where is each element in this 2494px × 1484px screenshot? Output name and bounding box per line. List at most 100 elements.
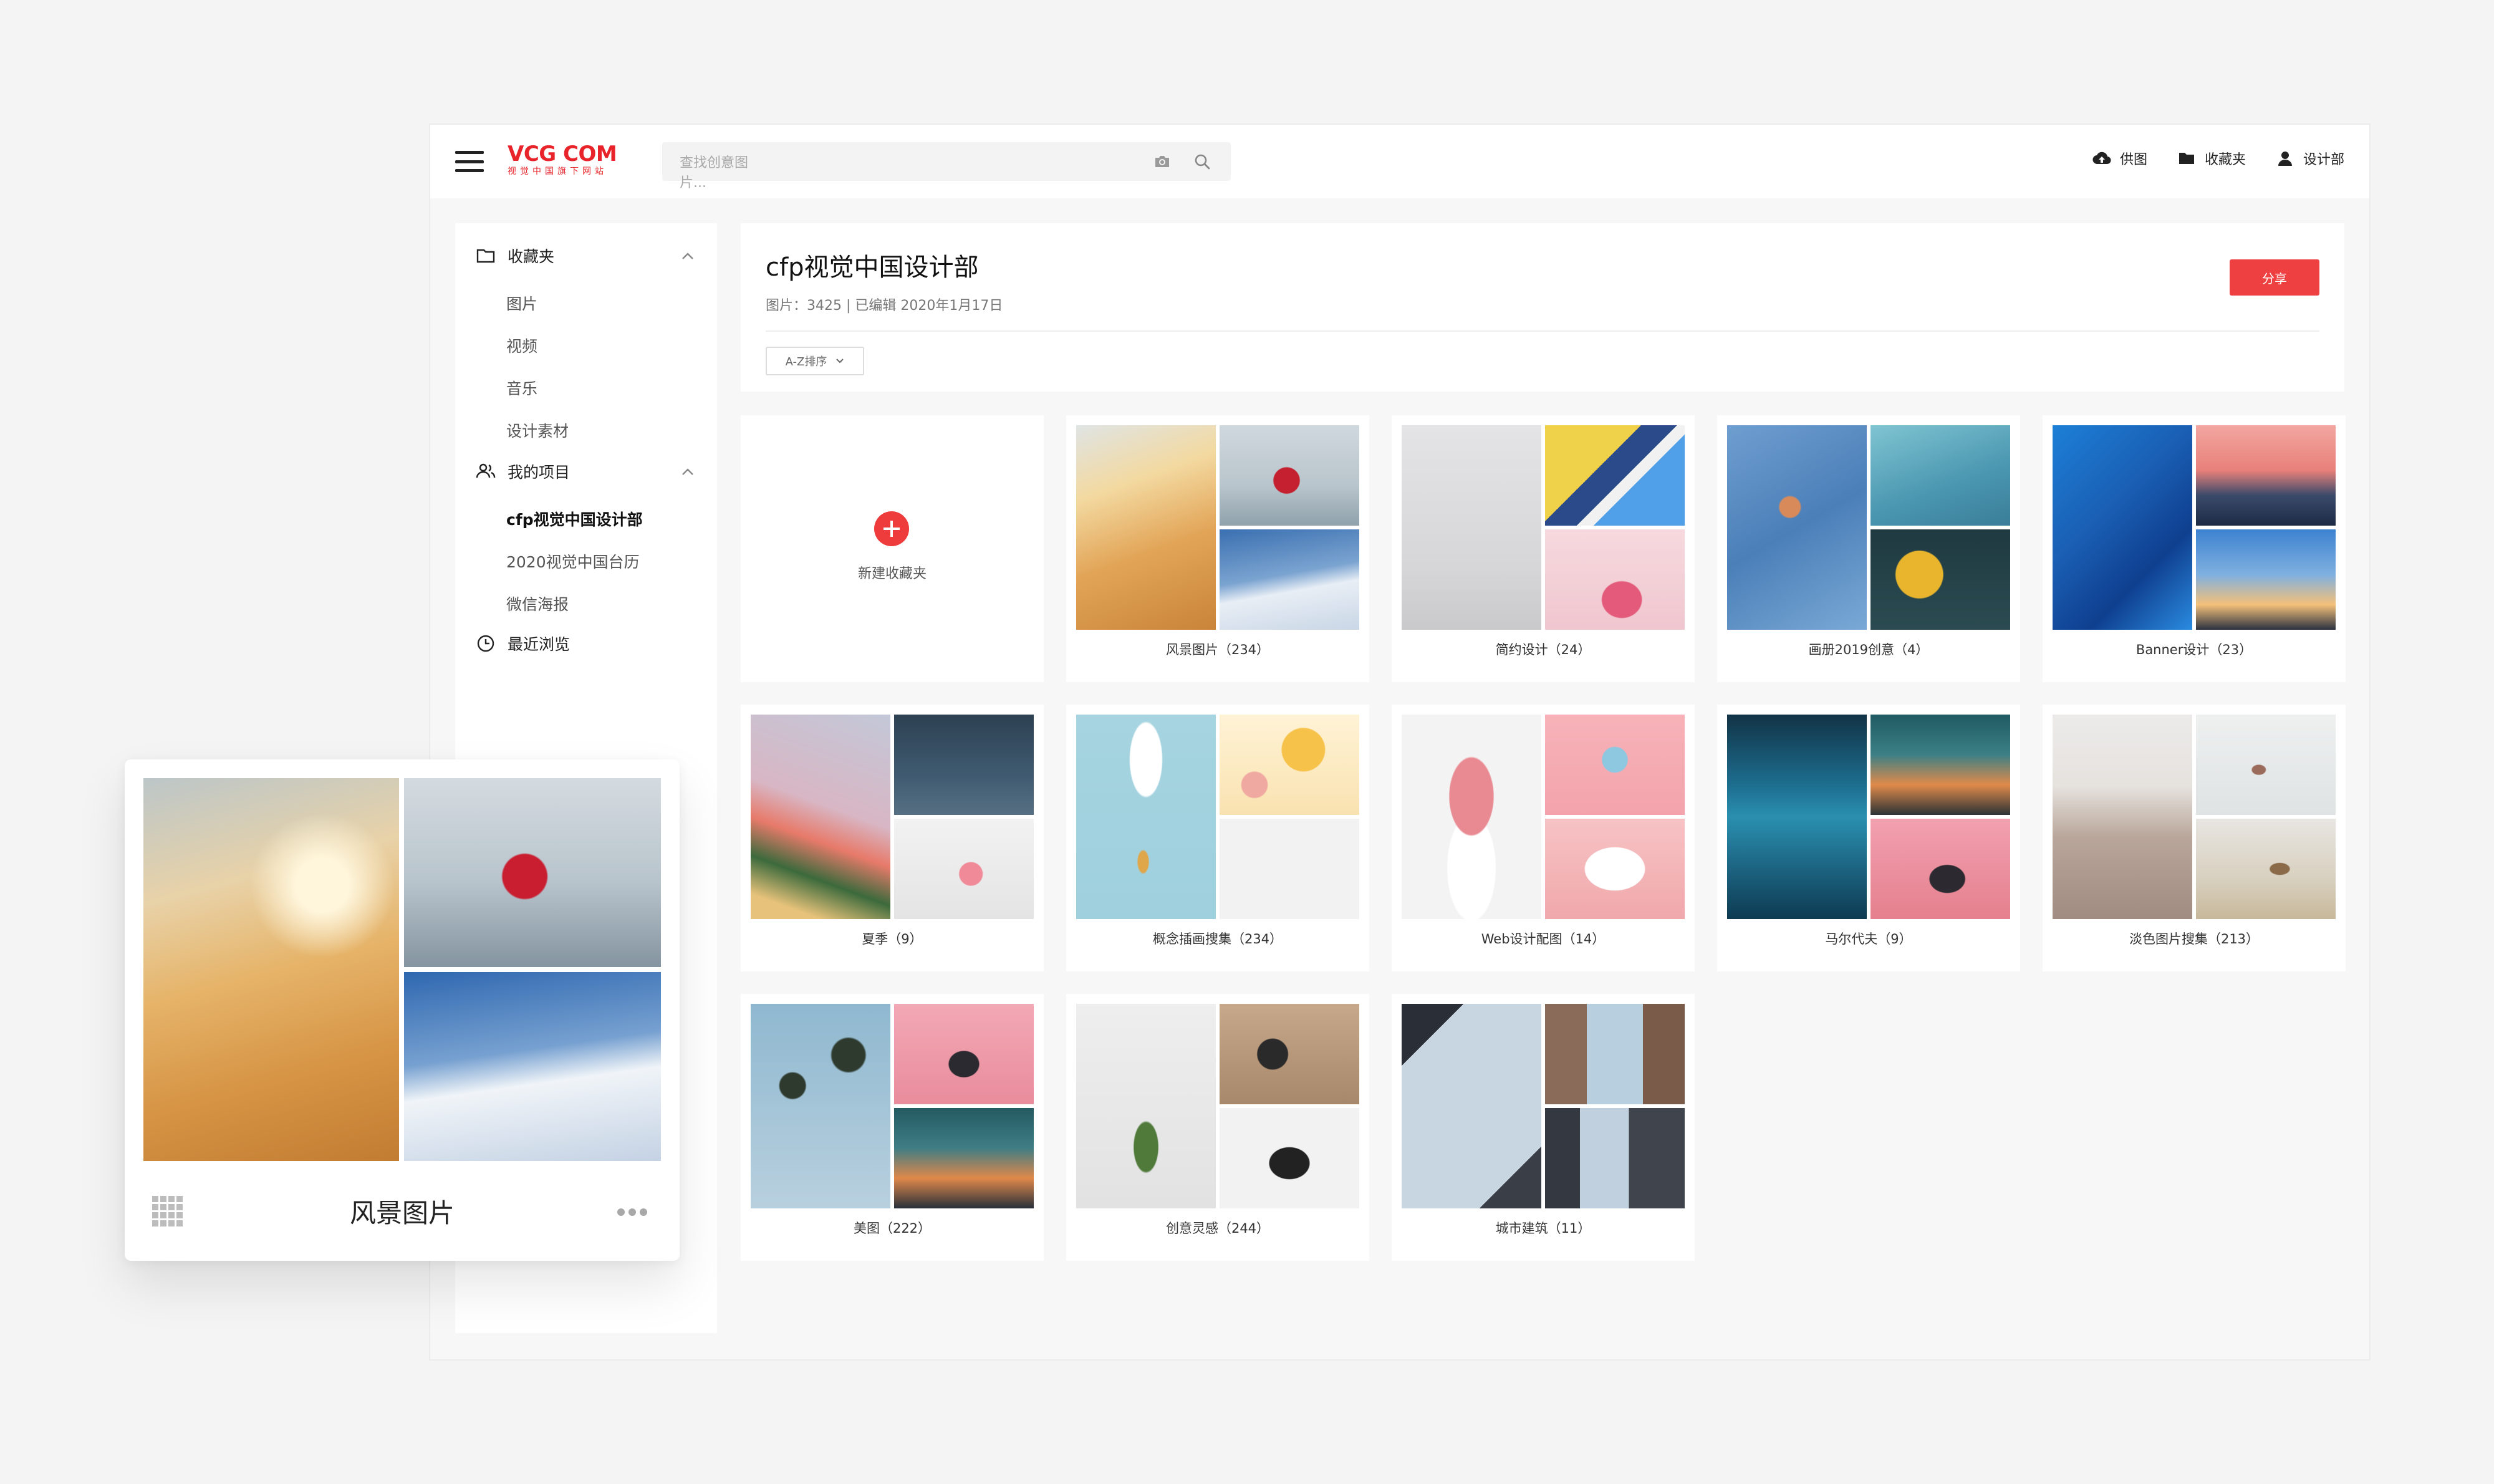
collection-thumbnail[interactable]: [1727, 715, 2010, 919]
photo-yellow-leaf: [1871, 529, 2010, 630]
collection-card[interactable]: 美图（222）: [741, 994, 1044, 1261]
photo-skyscrapers-up: [1402, 1004, 1541, 1208]
collection-thumbnail[interactable]: [1727, 425, 2010, 630]
favorites-button[interactable]: 收藏夹: [2177, 148, 2246, 168]
collection-label: Web设计配图（14）: [1481, 932, 1606, 947]
camera-icon[interactable]: [1153, 155, 1171, 168]
collection-card[interactable]: 概念插画搜集（234）: [1066, 705, 1369, 971]
photo-laptop-drink: [894, 819, 1034, 919]
sidebar-group-label: 最近浏览: [508, 635, 571, 653]
user-button[interactable]: 设计部: [2276, 148, 2344, 168]
collection-card[interactable]: 创意灵感（244）: [1066, 994, 1369, 1261]
collection-label: 画册2019创意（4）: [1808, 642, 1929, 657]
photo-hands-pink: [894, 1004, 1034, 1104]
add-icon[interactable]: [874, 511, 909, 546]
collection-card[interactable]: 风景图片（234）: [1066, 415, 1369, 682]
logo[interactable]: VCG COM 视觉中国旗下网站: [508, 142, 617, 177]
sidebar-item-videos[interactable]: 视频: [506, 334, 537, 357]
floating-card-title: 风景图片: [349, 1198, 455, 1228]
illustration-cloud-girl: [1076, 715, 1216, 919]
collection-card[interactable]: 城市建筑（11）: [1392, 994, 1695, 1261]
app-window: VCG COM 视觉中国旗下网站 查找创意图片... 供图 收藏夹 设计部 收藏…: [430, 125, 2369, 1359]
sort-dropdown[interactable]: A-Z排序: [766, 347, 864, 375]
user-label: 设计部: [2303, 152, 2344, 168]
collection-card[interactable]: 画册2019创意（4）: [1717, 415, 2020, 682]
search-icon[interactable]: [1193, 153, 1211, 170]
clock-icon: [477, 635, 494, 652]
collection-thumbnail[interactable]: [1076, 715, 1359, 919]
sidebar-group-recent[interactable]: 最近浏览: [475, 632, 570, 655]
users-icon: [476, 463, 496, 478]
collection-card[interactable]: Banner设计（23）: [2043, 415, 2346, 682]
photo-sea-sunset: [1871, 715, 2010, 815]
collection-card[interactable]: 简约设计（24）: [1392, 415, 1695, 682]
photo-blue-drop: [2053, 425, 2192, 630]
logo-text: VCG COM: [508, 142, 617, 166]
sidebar-group-label: 收藏夹: [508, 248, 555, 266]
photo-orange-sunset: [894, 1108, 1034, 1208]
folder-filled-icon: [2179, 153, 2194, 164]
sidebar-item-images[interactable]: 图片: [506, 292, 537, 314]
sidebar-item-design-assets[interactable]: 设计素材: [506, 419, 569, 441]
floating-collection-card[interactable]: 风景图片: [125, 759, 680, 1261]
favorites-label: 收藏夹: [2204, 152, 2246, 168]
search-input[interactable]: 查找创意图片...: [680, 153, 761, 193]
sidebar-group-label: 我的项目: [508, 463, 571, 481]
sidebar-group-favorites[interactable]: 收藏夹: [475, 244, 554, 267]
collection-card[interactable]: Web设计配图（14）: [1392, 705, 1695, 971]
photo-yellow-building: [1545, 425, 1685, 526]
new-collection-card[interactable]: 新建收藏夹: [741, 415, 1044, 682]
collection-thumbnail[interactable]: [1076, 425, 1359, 630]
sidebar-item-wechat-poster[interactable]: 微信海报: [506, 592, 569, 615]
photo-lollipop: [1545, 715, 1685, 815]
photo-hands-pink-sky: [1871, 819, 2010, 919]
photo-ice-leaf: [1727, 425, 1867, 630]
sidebar-item-2020-calendar[interactable]: 2020视觉中国台历: [506, 550, 640, 572]
collection-thumbnail[interactable]: [1402, 715, 1685, 919]
photo-snow-dune: [1220, 529, 1359, 630]
photo-pink-cake: [1402, 715, 1541, 919]
floating-thumbnail[interactable]: [143, 778, 661, 1161]
photo-feet-water: [894, 715, 1034, 815]
photo-flower-ice: [1871, 425, 2010, 526]
illustration-blank: [1220, 819, 1359, 919]
collection-card[interactable]: 夏季（9）: [741, 705, 1044, 971]
search-bar[interactable]: 查找创意图片...: [662, 142, 1231, 191]
sidebar-group-projects[interactable]: 我的项目: [475, 460, 570, 483]
collection-label: 风景图片（234）: [1165, 642, 1270, 657]
menu-icon[interactable]: [455, 151, 484, 172]
chevron-up-icon[interactable]: [681, 468, 695, 476]
more-options-icon[interactable]: [617, 1208, 647, 1216]
collection-thumbnail[interactable]: [1076, 1004, 1359, 1208]
collection-thumbnail[interactable]: [2053, 715, 2336, 919]
photo-building-facade: [1545, 1004, 1685, 1104]
share-button[interactable]: 分享: [2230, 259, 2319, 296]
collection-label: 马尔代夫（9）: [1825, 932, 1912, 947]
collection-label: 简约设计（24）: [1495, 642, 1591, 657]
collection-thumbnail[interactable]: [751, 1004, 1034, 1208]
photo-pink-box: [1545, 529, 1685, 630]
logo-subtitle: 视觉中国旗下网站: [508, 166, 607, 176]
collection-thumbnail[interactable]: [1402, 1004, 1685, 1208]
top-bar: VCG COM 视觉中国旗下网站 查找创意图片... 供图 收藏夹 设计部: [430, 125, 2369, 198]
sidebar-item-cfp-design[interactable]: cfp视觉中国设计部: [506, 508, 643, 530]
collection-label: 夏季（9）: [862, 932, 923, 947]
photo-desert-large: [143, 778, 399, 1161]
collection-card[interactable]: 马尔代夫（9）: [1717, 705, 2020, 971]
photo-polaroid: [1220, 1108, 1359, 1208]
chevron-up-icon[interactable]: [681, 252, 695, 261]
page-title: cfp视觉中国设计部: [766, 253, 979, 282]
upload-button[interactable]: 供图: [2092, 148, 2147, 168]
collection-thumbnail[interactable]: [751, 715, 1034, 919]
collection-meta: 图片：3425 | 已编辑 2020年1月17日: [766, 298, 1003, 314]
photo-field-person: [2196, 819, 2336, 919]
collection-card[interactable]: 淡色图片搜集（213）: [2043, 705, 2346, 971]
divider: [766, 330, 2319, 332]
sidebar-item-music[interactable]: 音乐: [506, 377, 537, 399]
collection-thumbnail[interactable]: [2053, 425, 2336, 630]
upload-label: 供图: [2119, 152, 2147, 168]
photo-basket: [1220, 1004, 1359, 1104]
photo-white-vase: [1402, 425, 1541, 630]
photo-rocks: [2053, 715, 2192, 919]
collection-thumbnail[interactable]: [1402, 425, 1685, 630]
